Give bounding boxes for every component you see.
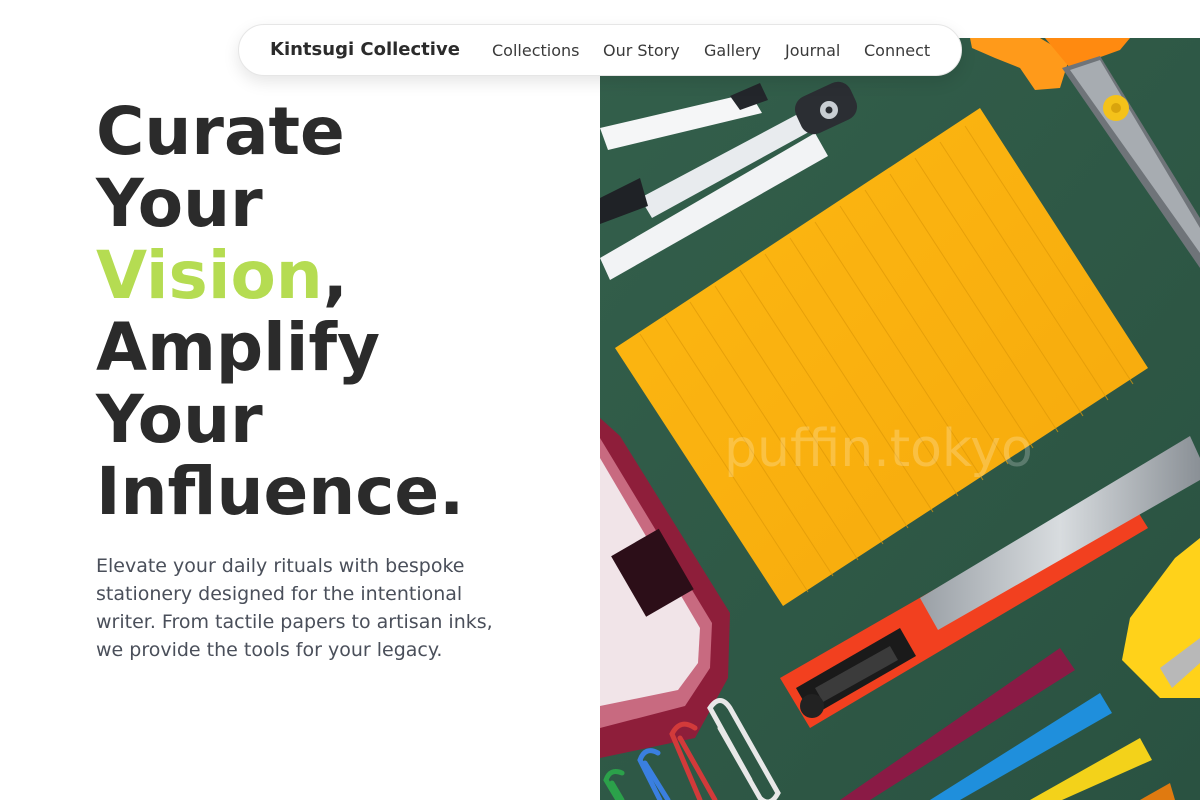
nav-link-our-story[interactable]: Our Story bbox=[603, 41, 680, 60]
nav-link-connect[interactable]: Connect bbox=[864, 41, 930, 60]
headline-line-4: Amplify bbox=[96, 309, 381, 386]
headline-line-2: Your bbox=[96, 165, 263, 242]
hero-headline: Curate Your Vision, Amplify Your Influen… bbox=[96, 96, 464, 528]
headline-accent-word: Vision bbox=[96, 237, 323, 314]
headline-line-6: Influence. bbox=[96, 453, 465, 530]
page: Kintsugi Collective Collections Our Stor… bbox=[0, 0, 1200, 800]
hero-description: Elevate your daily rituals with bespoke … bbox=[96, 555, 493, 661]
top-nav: Kintsugi Collective Collections Our Stor… bbox=[238, 24, 962, 76]
nav-link-journal[interactable]: Journal bbox=[785, 41, 840, 60]
nav-link-collections[interactable]: Collections bbox=[492, 41, 579, 60]
headline-line-5: Your bbox=[96, 381, 263, 458]
hero-image: puffin.tokyo bbox=[600, 38, 1200, 800]
nav-link-gallery[interactable]: Gallery bbox=[704, 41, 761, 60]
headline-line-3: Vision, bbox=[96, 240, 464, 312]
headline-line-1: Curate bbox=[96, 93, 345, 170]
brand-logo-text[interactable]: Kintsugi Collective bbox=[270, 39, 460, 60]
headline-comma: , bbox=[322, 237, 348, 314]
stationery-illustration: puffin.tokyo bbox=[600, 38, 1200, 800]
image-watermark: puffin.tokyo bbox=[724, 419, 1033, 479]
